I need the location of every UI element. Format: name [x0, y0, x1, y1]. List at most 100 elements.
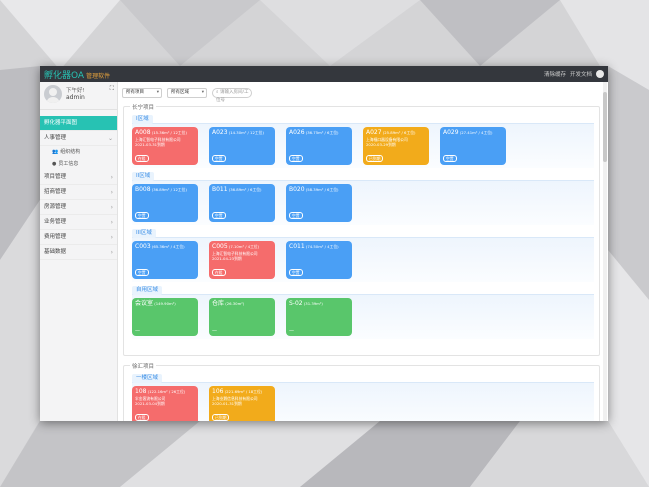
app-window: 孵化器OA 管理软件 清除缓存 开发文档 下午好! admin ⛶ 孵化器平面图 … — [40, 66, 608, 421]
room-card[interactable]: A008 (15.36m² / 12工位) 上海汇智电子科技有限公司 2021-03… — [132, 127, 198, 165]
status-badge: 已到期 — [212, 414, 230, 421]
status-badge: 空置 — [443, 155, 457, 162]
room-id: A008 — [135, 129, 151, 136]
chevron-right-icon: › — [110, 174, 113, 181]
sidebar-item-business[interactable]: 业务管理 › — [40, 215, 117, 230]
room-detail: (221.69m² / 18工位) — [223, 389, 263, 394]
sidebar-item-projects[interactable]: 项目管理 › — [40, 170, 117, 185]
chevron-right-icon: › — [110, 189, 113, 196]
room-number: 仓库 (26.30m²) — [212, 300, 272, 308]
room-detail: (31.39m²) — [302, 301, 323, 306]
room-detail: (7.10m² / 4工位) — [227, 244, 260, 249]
lease-expiry: 2021-04-23到期 — [212, 256, 242, 261]
lease-expiry: 2020-03-29到期 — [366, 142, 396, 147]
project-title: 徐汇项目 — [130, 362, 157, 370]
region-select[interactable]: 所有区域 ▾ — [167, 88, 207, 98]
room-detail: (15.36m² / 12工位) — [150, 130, 187, 135]
room-detail: (14.30m² / 12工位) — [227, 130, 264, 135]
area-panel — [132, 237, 594, 282]
sidebar-item-personnel[interactable]: 人事管理 ⌄ — [40, 131, 117, 146]
search-icon: ⌕ — [216, 90, 219, 95]
sidebar-item-label: 人事管理 — [44, 135, 67, 141]
room-number: A008 (15.36m² / 12工位) — [135, 129, 195, 137]
status-badge: 空置 — [135, 212, 149, 219]
room-card[interactable]: 仓库 (26.30m²) — — [209, 298, 275, 336]
room-id: C011 — [289, 243, 305, 250]
top-actions: 清除缓存 开发文档 — [544, 70, 604, 78]
status-badge: 在租 — [135, 414, 149, 421]
sidebar-item-housing[interactable]: 房源管理 › — [40, 200, 117, 215]
room-id: A029 — [443, 129, 459, 136]
sidebar-subitem-org[interactable]: 👥 组织结构 — [40, 146, 117, 158]
dev-docs-link[interactable]: 开发文档 — [570, 70, 592, 78]
clear-cache-link[interactable]: 清除缓存 — [544, 70, 566, 78]
project-section: 长宁项目 I区域 A008 (15.36m² / 12工位) 上海汇智电子科技有限公司… — [123, 103, 600, 356]
status-badge: 已到期 — [366, 155, 384, 162]
scrollbar-thumb[interactable] — [603, 92, 607, 162]
room-card[interactable]: C005 (7.10m² / 4工位) 上海汇智电子科技有限公司 2021-04-2… — [209, 241, 275, 279]
room-id: B020 — [289, 186, 305, 193]
user-avatar-icon[interactable] — [596, 70, 604, 78]
room-detail: (26.30m²) — [224, 301, 245, 306]
status-dash: — — [135, 328, 140, 334]
sidebar-item-incubator-floorplan[interactable]: 孵化器平面图 — [40, 116, 117, 131]
room-id: A023 — [212, 129, 228, 136]
room-detail: (27.41m² / 4工位) — [458, 130, 493, 135]
room-number: C011 (74.50m² / 4工位) — [289, 243, 349, 251]
room-card[interactable]: A027 (25.89m² / 6工位) 上海福口器设备有限公司 2020-03-2… — [363, 127, 429, 165]
room-number: S-02 (31.39m²) — [289, 300, 349, 308]
status-badge: 空置 — [135, 269, 149, 276]
search-input[interactable]: ⌕ 请输入房间/工位号 — [212, 88, 252, 103]
room-card[interactable]: B008 (36.89m² / 12工位) 空置 — [132, 184, 198, 222]
status-dash: — — [212, 328, 217, 334]
room-detail: (65.36m² / 4工位) — [150, 244, 185, 249]
filter-bar: 所有项目 ▾ 所有区域 ▾ ⌕ 请输入房间/工位号 — [122, 88, 252, 103]
user-panel: 下午好! admin ⛶ — [40, 82, 117, 110]
room-detail: (25.89m² / 6工位) — [381, 130, 416, 135]
caret-down-icon: ▾ — [156, 90, 159, 95]
room-id: C005 — [212, 243, 228, 250]
room-number: 108 (122.16m² / 26工位) — [135, 388, 195, 396]
room-number: B011 (36.89m² / 6工位) — [212, 186, 272, 194]
room-id: A027 — [366, 129, 382, 136]
sidebar-subitem-staff[interactable]: ● 员工信息 — [40, 158, 117, 170]
sidebar-item-basedata[interactable]: 基础数据 › — [40, 245, 117, 260]
area-panel — [132, 180, 594, 225]
room-number: 会议室 (149.90m²) — [135, 300, 195, 308]
scrollbar[interactable] — [603, 82, 607, 421]
status-badge: 空置 — [212, 155, 226, 162]
room-card[interactable]: A023 (14.30m² / 12工位) 空置 — [209, 127, 275, 165]
room-card[interactable]: B020 (58.39m² / 6工位) 空置 — [286, 184, 352, 222]
room-id: B011 — [212, 186, 228, 193]
room-detail: (36.75m² / 6工位) — [304, 130, 339, 135]
room-card[interactable]: 106 (221.69m² / 18工位) 上海业鹅信息科技有限公司 2020-01… — [209, 386, 275, 421]
room-card[interactable]: B011 (36.89m² / 6工位) 空置 — [209, 184, 275, 222]
status-badge: 空置 — [212, 212, 226, 219]
status-badge: 在租 — [135, 155, 149, 162]
room-id: 108 — [135, 388, 147, 395]
chevron-right-icon: › — [110, 234, 113, 241]
room-number: B008 (36.89m² / 12工位) — [135, 186, 195, 194]
room-id: C003 — [135, 243, 151, 250]
room-card[interactable]: S-02 (31.39m²) — — [286, 298, 352, 336]
app-brand[interactable]: 孵化器OA 管理软件 — [44, 68, 110, 81]
fullscreen-icon[interactable]: ⛶ — [110, 85, 114, 93]
project-select[interactable]: 所有项目 ▾ — [122, 88, 162, 98]
room-card[interactable]: 108 (122.16m² / 26工位) 伞金客流有限公司 2021-03-04到… — [132, 386, 198, 421]
status-dash: — — [289, 328, 294, 334]
room-id: 会议室 — [135, 300, 154, 307]
room-card[interactable]: A029 (27.41m² / 4工位) 空置 — [440, 127, 506, 165]
room-number: 106 (221.69m² / 18工位) — [212, 388, 272, 396]
sidebar-item-investment[interactable]: 招商管理 › — [40, 185, 117, 200]
room-id: S-02 — [289, 300, 303, 307]
room-card[interactable]: A026 (36.75m² / 6工位) 空置 — [286, 127, 352, 165]
avatar — [44, 85, 62, 103]
room-id: A026 — [289, 129, 305, 136]
room-card[interactable]: C003 (65.36m² / 4工位) 空置 — [132, 241, 198, 279]
user-greeting: 下午好! — [66, 88, 85, 94]
room-card[interactable]: C011 (74.50m² / 4工位) 空置 — [286, 241, 352, 279]
area-panel — [132, 382, 594, 421]
room-card[interactable]: 会议室 (149.90m²) — — [132, 298, 198, 336]
sidebar-item-fees[interactable]: 费用管理 › — [40, 230, 117, 245]
room-detail: (74.50m² / 4工位) — [304, 244, 339, 249]
